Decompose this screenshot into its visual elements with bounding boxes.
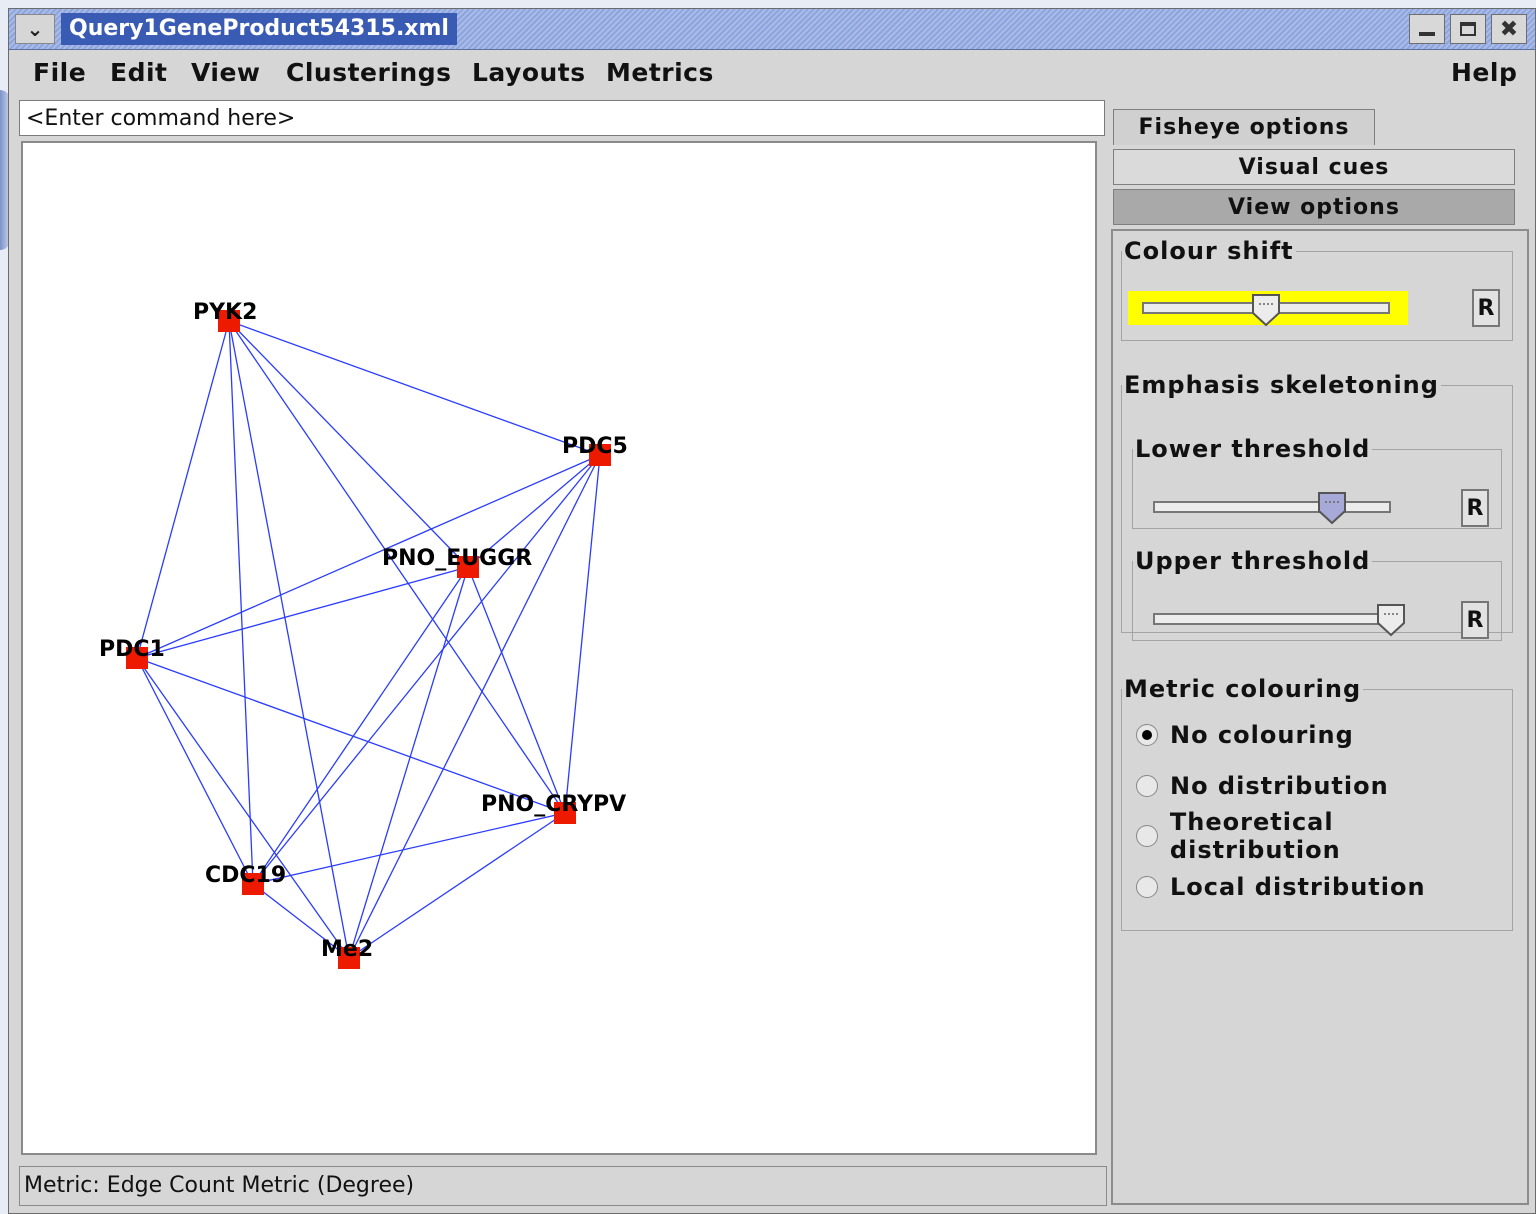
lower-threshold-title: Lower threshold xyxy=(1135,435,1371,463)
slider-grip-dot xyxy=(1332,501,1335,503)
radio-local-distribution[interactable]: Local distribution xyxy=(1136,869,1426,905)
close-icon: ✖ xyxy=(1499,16,1519,42)
graph-edge xyxy=(136,657,566,814)
radio-button[interactable] xyxy=(1136,825,1158,847)
graph-node-label: PYK2 xyxy=(193,300,257,325)
menu-edit[interactable]: Edit xyxy=(110,58,168,87)
chevron-down-icon: ⌄ xyxy=(26,17,44,41)
view-options-panel: Colour shift R Emphasis skeletoning Lowe… xyxy=(1111,229,1529,1205)
slider-grip-dot xyxy=(1328,501,1331,503)
radio-theoretical-distribution[interactable]: Theoretical distribution xyxy=(1136,808,1512,864)
minimize-button[interactable] xyxy=(1409,14,1445,44)
slider-thumb-shape xyxy=(1252,294,1280,327)
graph-edge xyxy=(348,812,566,959)
minimize-icon xyxy=(1419,32,1435,36)
graph-canvas[interactable]: PYK2 PDC5 PNO_EUGGR PDC1 PNO_CRYPV CDC19 Me2 xyxy=(21,141,1097,1155)
slider-grip-dot xyxy=(1324,501,1327,503)
graph-edge xyxy=(228,320,254,885)
app-window: ⌄ Query1GeneProduct54315.xml ✖ File Edit… xyxy=(8,8,1536,1214)
radio-label: No distribution xyxy=(1170,772,1389,800)
tab-visual-cues[interactable]: Visual cues xyxy=(1113,149,1515,185)
radio-button[interactable] xyxy=(1136,775,1158,797)
slider-grip-dot xyxy=(1396,613,1398,615)
graph-node-label: CDC19 xyxy=(205,863,286,888)
menu-metrics[interactable]: Metrics xyxy=(606,58,714,87)
graph-node-label: PDC1 xyxy=(99,637,165,662)
colour-shift-title: Colour shift xyxy=(1124,237,1294,265)
emphasis-skeletoning-title: Emphasis skeletoning xyxy=(1124,371,1439,399)
metric-colouring-group: Metric colouring No colouring No distrib… xyxy=(1121,675,1513,931)
menu-help[interactable]: Help xyxy=(1451,58,1517,87)
colour-shift-reset-button[interactable]: R xyxy=(1472,289,1500,327)
graph-edge xyxy=(252,566,469,885)
radio-label: Theoretical distribution xyxy=(1169,808,1341,864)
slider-thumb-shape xyxy=(1377,604,1405,637)
slider-grip-dot xyxy=(1388,613,1390,615)
colour-shift-group: Colour shift R xyxy=(1121,237,1513,341)
lower-threshold-slider[interactable] xyxy=(1153,501,1391,513)
slider-grip-dot xyxy=(1384,613,1386,615)
graph-edge xyxy=(136,320,230,659)
lower-threshold-reset-button[interactable]: R xyxy=(1461,489,1489,527)
upper-threshold-reset-button[interactable]: R xyxy=(1461,601,1489,639)
slider-grip-dot xyxy=(1267,303,1269,305)
menu-clusterings[interactable]: Clusterings xyxy=(286,58,451,87)
slider-grip-dot xyxy=(1392,613,1394,615)
window-title: Query1GeneProduct54315.xml xyxy=(61,13,457,45)
tab-fisheye-options[interactable]: Fisheye options xyxy=(1113,109,1375,145)
maximize-button[interactable] xyxy=(1450,14,1486,44)
colour-shift-thumb[interactable] xyxy=(1251,293,1281,327)
graph-edge xyxy=(228,320,469,568)
graph-edge xyxy=(348,454,601,959)
slider-thumb-shape xyxy=(1317,492,1346,525)
graph-node-label: PDC5 xyxy=(562,434,628,459)
window-menu-button[interactable]: ⌄ xyxy=(15,14,55,44)
graph-node-label: Me2 xyxy=(321,937,373,962)
menu-view[interactable]: View xyxy=(191,58,261,87)
upper-threshold-group: Upper threshold R xyxy=(1132,547,1502,641)
graph-edge xyxy=(348,566,469,959)
menu-bar: File Edit View Clusterings Layouts Metri… xyxy=(9,50,1535,100)
graph-edge xyxy=(564,454,601,814)
command-input[interactable] xyxy=(19,100,1105,136)
lower-threshold-group: Lower threshold R xyxy=(1132,435,1502,529)
status-bar: Metric: Edge Count Metric (Degree) xyxy=(19,1166,1107,1206)
graph-edge xyxy=(228,320,601,456)
graph-edge xyxy=(136,566,469,659)
tab-view-options[interactable]: View options xyxy=(1113,189,1515,225)
radio-no-distribution[interactable]: No distribution xyxy=(1136,768,1389,804)
title-bar[interactable]: ⌄ Query1GeneProduct54315.xml ✖ xyxy=(9,9,1535,50)
slider-grip-dot xyxy=(1263,303,1265,305)
upper-threshold-title: Upper threshold xyxy=(1135,547,1371,575)
radio-no-colouring[interactable]: No colouring xyxy=(1136,717,1354,753)
lower-threshold-thumb[interactable] xyxy=(1317,491,1347,525)
emphasis-skeletoning-group: Emphasis skeletoning Lower threshold R U… xyxy=(1121,371,1513,641)
graph-edge xyxy=(252,812,566,885)
graph-node-label: PNO_EUGGR xyxy=(382,546,532,571)
slider-grip-dot xyxy=(1336,501,1339,503)
maximize-icon xyxy=(1460,22,1476,36)
close-button[interactable]: ✖ xyxy=(1491,14,1527,44)
radio-button[interactable] xyxy=(1136,724,1158,746)
upper-threshold-thumb[interactable] xyxy=(1376,603,1406,637)
radio-label: No colouring xyxy=(1170,721,1354,749)
graph-view[interactable]: PYK2 PDC5 PNO_EUGGR PDC1 PNO_CRYPV CDC19 Me2 xyxy=(23,143,1095,1153)
menu-layouts[interactable]: Layouts xyxy=(472,58,586,87)
radio-label: Local distribution xyxy=(1170,873,1426,901)
radio-button[interactable] xyxy=(1136,876,1158,898)
menu-file[interactable]: File xyxy=(33,58,86,87)
graph-edge xyxy=(252,454,601,885)
upper-threshold-slider[interactable] xyxy=(1153,613,1391,625)
graph-edge xyxy=(136,657,350,959)
slider-grip-dot xyxy=(1259,303,1261,305)
metric-colouring-title: Metric colouring xyxy=(1124,675,1362,703)
graph-edge xyxy=(136,657,254,885)
slider-grip-dot xyxy=(1271,303,1273,305)
radio-selected-dot xyxy=(1142,730,1152,740)
graph-node-label: PNO_CRYPV xyxy=(481,792,626,817)
